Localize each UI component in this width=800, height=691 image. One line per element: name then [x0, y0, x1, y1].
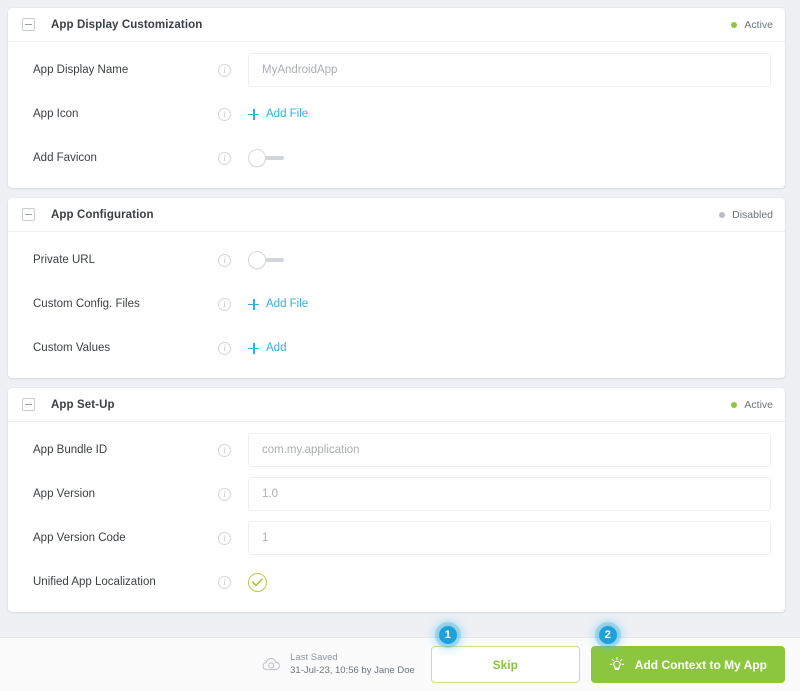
- status-dot-icon: [731, 21, 738, 28]
- last-saved-info: Last Saved 31-Jul-23, 10:56 by Jane Doe: [262, 652, 415, 678]
- row-control: [248, 251, 771, 269]
- row-control: [248, 477, 771, 511]
- check-icon: [252, 577, 263, 586]
- add-context-to-my-app-button[interactable]: Add Context to My App: [590, 646, 785, 683]
- row-app-bundle-id: App Bundle ID i: [8, 428, 785, 472]
- info-icon[interactable]: i: [218, 151, 231, 165]
- row-control: Add File: [248, 108, 771, 120]
- card-title: App Display Customization: [51, 18, 203, 31]
- info-icon[interactable]: i: [218, 531, 231, 545]
- card-header: App Configuration Disabled: [8, 198, 785, 232]
- row-custom-values: Custom Values i Add: [8, 326, 785, 370]
- status-badge: Active: [731, 399, 773, 411]
- row-control: [248, 53, 771, 87]
- skip-button[interactable]: Skip: [430, 646, 580, 683]
- plus-icon: [248, 298, 259, 310]
- status-dot-icon: [731, 401, 738, 408]
- toggle-knob: [248, 149, 266, 167]
- info-icon[interactable]: i: [218, 297, 231, 311]
- card-title: App Configuration: [51, 208, 154, 221]
- minus-square-icon[interactable]: [22, 208, 35, 221]
- row-label: Add Favicon: [33, 152, 97, 164]
- card-header: App Display Customization Active: [8, 8, 785, 42]
- row-control: Add File: [248, 298, 771, 310]
- row-app-display-name: App Display Name i: [8, 48, 785, 92]
- card-title: App Set-Up: [51, 398, 115, 411]
- last-saved-title: Last Saved: [290, 651, 338, 663]
- row-label: Custom Config. Files: [33, 298, 140, 310]
- status-badge: Active: [731, 19, 773, 31]
- info-icon[interactable]: i: [218, 63, 231, 77]
- plus-icon: [248, 342, 259, 354]
- add-file-label: Add File: [266, 108, 309, 120]
- last-saved-text: Last Saved 31-Jul-23, 10:56 by Jane Doe: [290, 652, 415, 678]
- app-settings-page: App Display Customization Active App Dis…: [0, 0, 800, 691]
- row-label: App Version Code: [33, 532, 126, 544]
- add-link[interactable]: Add: [248, 342, 286, 354]
- toggle-knob: [248, 251, 266, 269]
- card-app-configuration: App Configuration Disabled Private URL i: [8, 198, 785, 378]
- row-label: App Bundle ID: [33, 444, 108, 456]
- footer-bar: Last Saved 31-Jul-23, 10:56 by Jane Doe …: [0, 626, 800, 691]
- row-app-version: App Version i: [8, 472, 785, 516]
- add-file-link[interactable]: Add File: [248, 108, 308, 120]
- info-icon[interactable]: i: [218, 575, 231, 589]
- row-label: App Icon: [33, 108, 79, 120]
- status-label: Active: [744, 18, 773, 31]
- row-add-favicon: Add Favicon i: [8, 136, 785, 180]
- add-context-button-wrap: 2 Add Context to My App: [580, 626, 785, 683]
- cloud-save-icon: [262, 657, 281, 671]
- info-icon[interactable]: i: [218, 341, 231, 355]
- row-label: App Version: [33, 488, 96, 500]
- card-header: App Set-Up Active: [8, 388, 785, 422]
- skip-button-wrap: 1 Skip: [430, 626, 580, 683]
- row-label: Custom Values: [33, 342, 111, 354]
- add-label: Add: [266, 342, 287, 354]
- app-version-input[interactable]: [248, 477, 771, 511]
- status-badge: Disabled: [719, 209, 773, 221]
- card-app-set-up: App Set-Up Active App Bundle ID i App Ve…: [8, 388, 785, 612]
- row-control: [248, 149, 771, 167]
- status-dot-icon: [719, 211, 726, 218]
- row-custom-config-files: Custom Config. Files i Add File: [8, 282, 785, 326]
- row-control: [248, 433, 771, 467]
- add-file-label: Add File: [266, 298, 309, 310]
- info-icon[interactable]: i: [218, 107, 231, 121]
- status-label: Active: [744, 398, 773, 411]
- step-badge-2: 2: [598, 626, 617, 644]
- row-label: Unified App Localization: [33, 576, 156, 588]
- add-favicon-toggle[interactable]: [248, 149, 284, 167]
- add-context-label: Add Context to My App: [634, 657, 767, 672]
- minus-square-icon[interactable]: [22, 398, 35, 411]
- add-file-link[interactable]: Add File: [248, 298, 308, 310]
- app-bundle-id-input[interactable]: [248, 433, 771, 467]
- info-icon[interactable]: i: [218, 443, 231, 457]
- row-app-icon: App Icon i Add File: [8, 92, 785, 136]
- app-display-name-input[interactable]: [248, 53, 771, 87]
- settings-scroll-area[interactable]: App Display Customization Active App Dis…: [0, 0, 800, 637]
- info-icon[interactable]: i: [218, 487, 231, 501]
- minus-square-icon[interactable]: [22, 18, 35, 31]
- app-version-code-input[interactable]: [248, 521, 771, 555]
- row-unified-app-localization: Unified App Localization i: [8, 560, 785, 604]
- unified-app-localization-checkbox[interactable]: [248, 572, 267, 592]
- info-icon[interactable]: i: [218, 253, 231, 267]
- row-control: [248, 521, 771, 555]
- lightbulb-icon: [609, 656, 625, 670]
- row-label: Private URL: [33, 254, 95, 266]
- row-control: Add: [248, 342, 771, 354]
- card-body: App Display Name i App Icon i Add File: [8, 42, 785, 188]
- row-label: App Display Name: [33, 64, 129, 76]
- card-body: App Bundle ID i App Version i App Versio…: [8, 422, 785, 612]
- card-app-display-customization: App Display Customization Active App Dis…: [8, 8, 785, 188]
- row-app-version-code: App Version Code i: [8, 516, 785, 560]
- private-url-toggle[interactable]: [248, 251, 284, 269]
- step-badge-1: 1: [438, 626, 457, 644]
- row-private-url: Private URL i: [8, 238, 785, 282]
- row-control: [248, 572, 771, 592]
- status-label: Disabled: [732, 208, 773, 221]
- plus-icon: [248, 108, 259, 120]
- last-saved-meta: 31-Jul-23, 10:56 by Jane Doe: [290, 664, 415, 676]
- card-body: Private URL i Custom Config. Files i Add…: [8, 232, 785, 378]
